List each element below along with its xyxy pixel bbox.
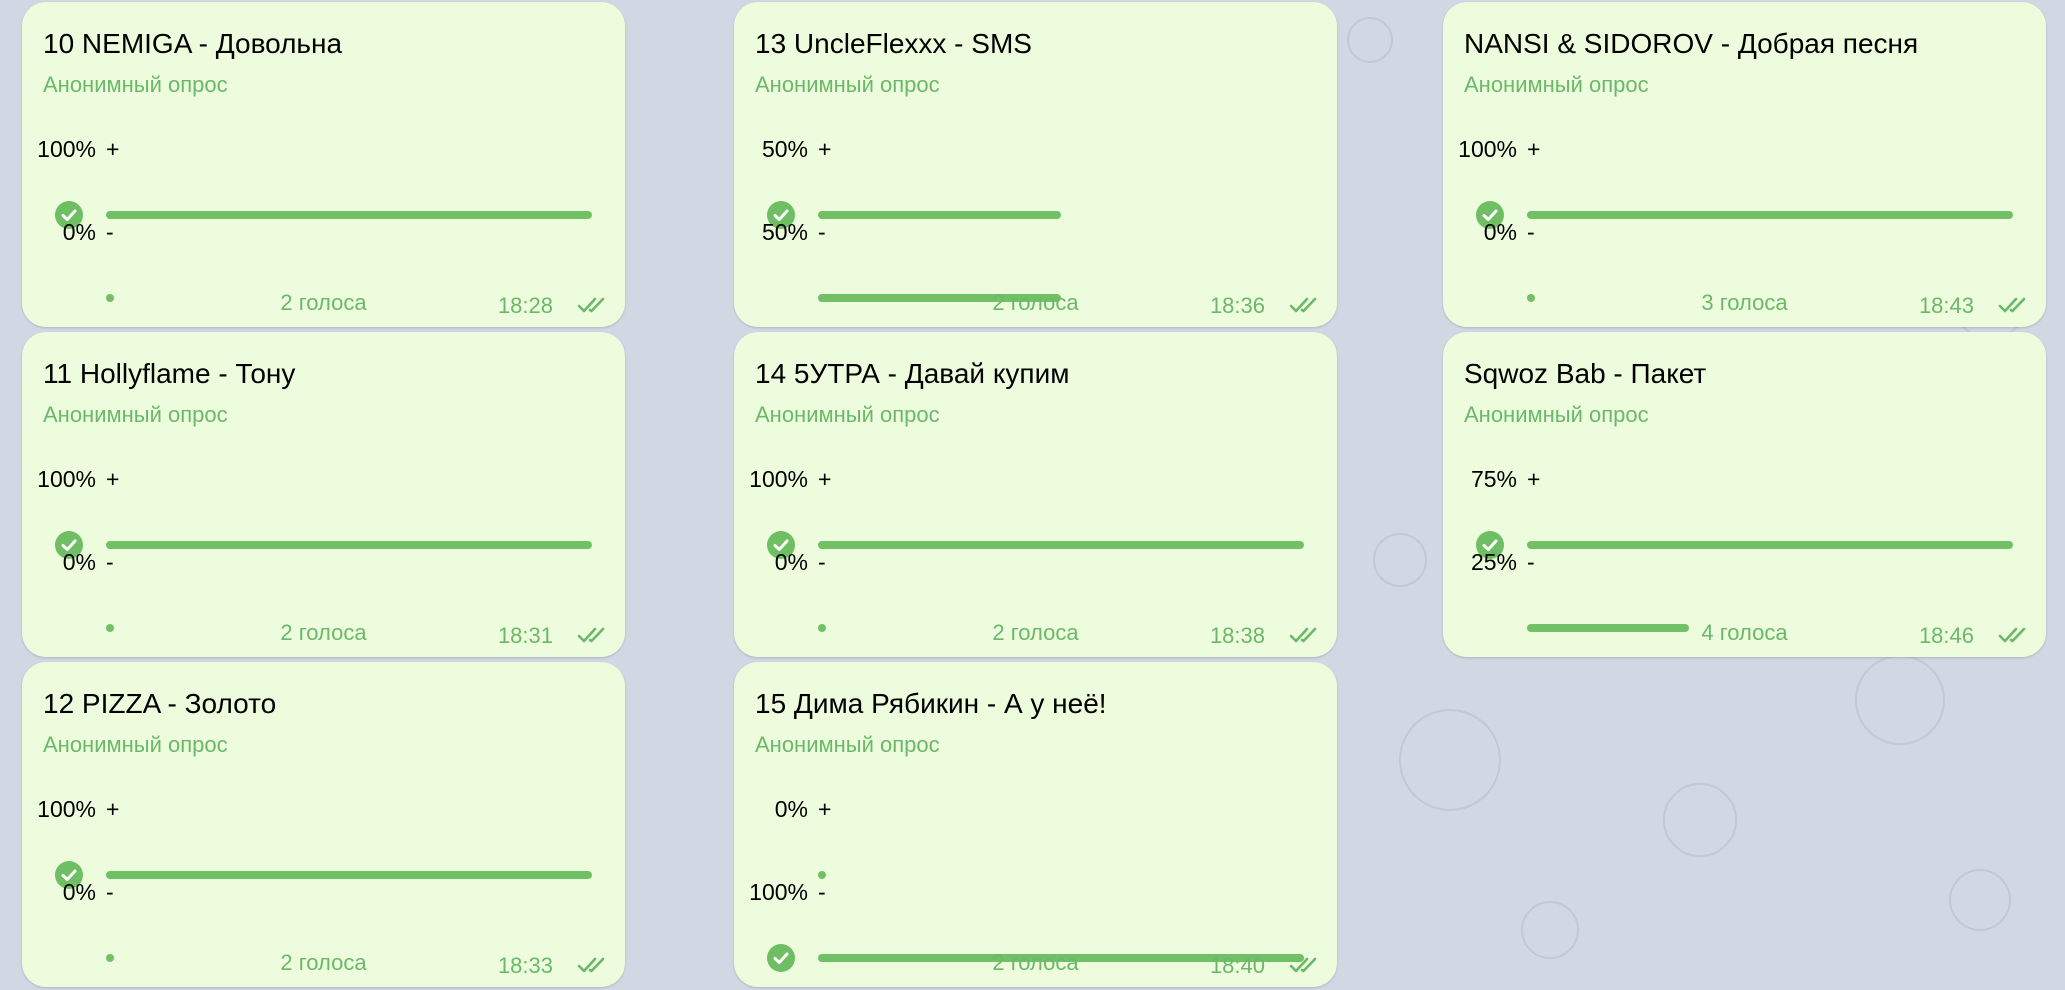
option-percent: 100% bbox=[749, 879, 808, 905]
double-check-icon bbox=[1998, 626, 2032, 644]
poll-type-label: Анонимный опрос bbox=[755, 732, 940, 757]
option-percent: 100% bbox=[1458, 136, 1517, 162]
poll-card[interactable]: NANSI & SIDOROV - Добрая песня Анонимный … bbox=[1443, 2, 2046, 327]
double-check-icon bbox=[577, 626, 611, 644]
option-result-bar bbox=[106, 541, 592, 549]
double-check-icon bbox=[577, 956, 611, 974]
option-percent: 25% bbox=[1470, 549, 1517, 575]
poll-card[interactable]: 11 Hollyflame - Тону Анонимный опрос 100% +… bbox=[22, 332, 625, 657]
option-result-bar bbox=[818, 871, 1304, 879]
poll-card[interactable]: 12 PIZZA - Золото Анонимный опрос 100% +0% -… bbox=[22, 662, 625, 987]
option-result-fill bbox=[106, 211, 592, 219]
poll-type-label: Анонимный опрос bbox=[1464, 402, 1649, 427]
poll-card[interactable]: 10 NEMIGA - Довольна Анонимный опрос 100% +… bbox=[22, 2, 625, 327]
option-label: - bbox=[818, 219, 826, 245]
option-result-bar bbox=[818, 541, 1304, 549]
option-percent: 100% bbox=[37, 796, 96, 822]
option-percent: 0% bbox=[62, 549, 96, 575]
poll-title: NANSI & SIDOROV - Добрая песня bbox=[1464, 28, 1919, 59]
option-result-fill bbox=[818, 541, 1304, 549]
message-time: 18:33 bbox=[497, 953, 553, 978]
option-percent: 0% bbox=[1483, 219, 1517, 245]
message-time: 18:46 bbox=[1918, 623, 1974, 648]
option-result-fill bbox=[1527, 211, 2013, 219]
option-label: - bbox=[1527, 219, 1535, 245]
double-check-icon bbox=[1289, 626, 1323, 644]
poll-title: 10 NEMIGA - Довольна bbox=[43, 28, 343, 59]
message-time: 18:31 bbox=[497, 623, 553, 648]
poll-card[interactable]: 14 5УТРА - Давай купим Анонимный опрос 100… bbox=[734, 332, 1337, 657]
option-label: - bbox=[106, 549, 114, 575]
option-label: + bbox=[818, 796, 832, 822]
option-label: + bbox=[818, 466, 832, 492]
option-result-bar bbox=[106, 211, 592, 219]
double-check-icon bbox=[1998, 296, 2032, 314]
poll-type-label: Анонимный опрос bbox=[755, 72, 940, 97]
poll-title: Sqwoz Bab - Пакет bbox=[1464, 358, 1707, 389]
poll-title: 13 UncleFlexxx - SMS bbox=[755, 28, 1032, 59]
option-label: + bbox=[106, 796, 120, 822]
message-time: 18:40 bbox=[1209, 953, 1265, 978]
message-time: 18:38 bbox=[1209, 623, 1265, 648]
option-result-fill bbox=[818, 871, 826, 879]
option-label: - bbox=[1527, 549, 1535, 575]
option-label: - bbox=[818, 879, 826, 905]
option-label: + bbox=[1527, 136, 1541, 162]
message-time: 18:43 bbox=[1918, 293, 1974, 318]
option-percent: 0% bbox=[774, 796, 808, 822]
option-result-bar bbox=[1527, 541, 2013, 549]
option-percent: 50% bbox=[761, 219, 808, 245]
poll-card[interactable]: 15 Дима Рябикин - А у неё! Анонимный опро… bbox=[734, 662, 1337, 987]
option-percent: 100% bbox=[37, 136, 96, 162]
option-label: - bbox=[106, 879, 114, 905]
option-result-bar bbox=[106, 871, 592, 879]
message-time: 18:28 bbox=[497, 293, 553, 318]
poll-type-label: Анонимный опрос bbox=[755, 402, 940, 427]
double-check-icon bbox=[1289, 296, 1323, 314]
poll-title: 11 Hollyflame - Тону bbox=[43, 358, 296, 389]
option-label: - bbox=[106, 219, 114, 245]
poll-title: 12 PIZZA - Золото bbox=[43, 688, 277, 719]
option-label: + bbox=[106, 136, 120, 162]
option-result-bar bbox=[1527, 211, 2013, 219]
poll-type-label: Анонимный опрос bbox=[1464, 72, 1649, 97]
option-percent: 100% bbox=[749, 466, 808, 492]
poll-type-label: Анонимный опрос bbox=[43, 72, 228, 97]
double-check-icon bbox=[577, 296, 611, 314]
option-result-bar bbox=[818, 211, 1304, 219]
option-percent: 0% bbox=[62, 219, 96, 245]
option-percent: 100% bbox=[37, 466, 96, 492]
message-time: 18:36 bbox=[1209, 293, 1265, 318]
poll-title: 15 Дима Рябикин - А у неё! bbox=[755, 688, 1107, 719]
poll-card[interactable]: Sqwoz Bab - Пакет Анонимный опрос 75% +25% -… bbox=[1443, 332, 2046, 657]
option-percent: 0% bbox=[774, 549, 808, 575]
option-percent: 75% bbox=[1470, 466, 1517, 492]
poll-title: 14 5УТРА - Давай купим bbox=[755, 358, 1070, 389]
option-label: + bbox=[1527, 466, 1541, 492]
poll-card[interactable]: 13 UncleFlexxx - SMS Анонимный опрос 50% +5… bbox=[734, 2, 1337, 327]
poll-type-label: Анонимный опрос bbox=[43, 732, 228, 757]
option-result-fill bbox=[818, 211, 1061, 219]
option-result-fill bbox=[1527, 541, 2013, 549]
option-result-fill bbox=[106, 541, 592, 549]
option-result-fill bbox=[106, 871, 592, 879]
poll-type-label: Анонимный опрос bbox=[43, 402, 228, 427]
option-percent: 50% bbox=[761, 136, 808, 162]
option-label: + bbox=[818, 136, 832, 162]
option-label: + bbox=[106, 466, 120, 492]
option-percent: 0% bbox=[62, 879, 96, 905]
option-label: - bbox=[818, 549, 826, 575]
double-check-icon bbox=[1289, 956, 1323, 974]
